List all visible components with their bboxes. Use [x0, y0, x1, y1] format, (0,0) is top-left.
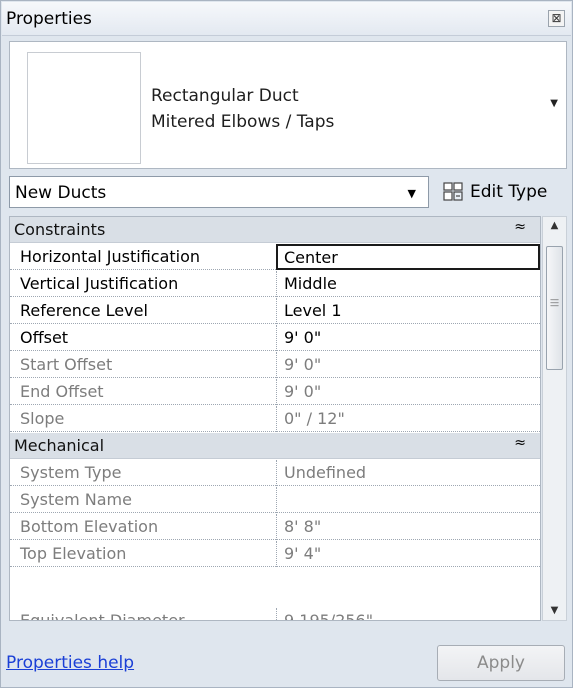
property-row-offset[interactable]: Offset 9' 0"	[10, 325, 540, 351]
property-row-slope: Slope 0" / 12"	[10, 406, 540, 432]
property-name: End Offset	[20, 382, 104, 401]
grip-icon: — — —	[550, 295, 559, 311]
scroll-up-icon[interactable]: ▲	[543, 220, 566, 231]
group-header-mechanical[interactable]: Mechanical ≈	[10, 433, 540, 459]
property-name: Slope	[20, 409, 65, 428]
property-name: Horizontal Justification	[20, 247, 201, 266]
property-value-field	[276, 487, 540, 513]
property-name: Reference Level	[20, 301, 148, 320]
instance-filter-dropdown[interactable]: New Ducts ▼	[9, 176, 429, 208]
edit-type-icon	[443, 182, 463, 201]
close-icon[interactable]: ⊠	[548, 10, 565, 27]
property-row-bottom-elevation: Bottom Elevation 8' 8"	[10, 514, 540, 540]
edit-type-button[interactable]: Edit Type	[439, 176, 569, 208]
scroll-thumb[interactable]: — — —	[546, 246, 563, 370]
property-row-end-offset: End Offset 9' 0"	[10, 379, 540, 405]
instance-filter-value: New Ducts	[15, 183, 107, 203]
property-value-field: 9' 4"	[276, 541, 540, 567]
chevron-down-icon[interactable]: ▼	[550, 98, 558, 109]
property-name: Equivalent Diameter	[20, 611, 185, 621]
property-name: Bottom Elevation	[20, 517, 159, 536]
properties-palette: Properties ⊠ Rectangular Duct Mitered El…	[0, 0, 573, 688]
property-name: Start Offset	[20, 355, 113, 374]
property-row-system-name: System Name	[10, 487, 540, 513]
properties-grid: Constraints ≈ Horizontal Justification C…	[9, 216, 541, 621]
vertical-scrollbar[interactable]: ▲ — — — ▼	[542, 216, 567, 621]
collapse-icon[interactable]: ≈	[514, 219, 526, 235]
property-value-field: 9' 0"	[276, 352, 540, 378]
property-value-field: 8' 8"	[276, 514, 540, 540]
property-value-field[interactable]: Level 1	[276, 298, 540, 324]
apply-button[interactable]: Apply	[437, 645, 565, 681]
palette-title: Properties	[6, 9, 92, 29]
property-row-start-offset: Start Offset 9' 0"	[10, 352, 540, 378]
property-name: Vertical Justification	[20, 274, 179, 293]
scroll-down-icon[interactable]: ▼	[543, 605, 566, 616]
property-name: Offset	[20, 328, 69, 347]
property-value-field[interactable]: 9' 0"	[276, 325, 540, 351]
property-row-vertical-justification[interactable]: Vertical Justification Middle	[10, 271, 540, 297]
property-row-top-elevation: Top Elevation 9' 4"	[10, 541, 540, 567]
type-selector[interactable]: Rectangular Duct Mitered Elbows / Taps ▼	[9, 41, 567, 169]
property-name: System Name	[20, 490, 132, 509]
property-value-field: Undefined	[276, 460, 540, 486]
properties-help-link[interactable]: Properties help	[6, 653, 134, 673]
property-name: Top Elevation	[20, 544, 127, 563]
type-preview-image	[27, 52, 141, 164]
title-bar[interactable]: Properties ⊠	[2, 2, 571, 36]
property-value-field: 0" / 12"	[276, 406, 540, 432]
type-family-label: Rectangular Duct	[151, 86, 299, 106]
property-row-horizontal-justification[interactable]: Horizontal Justification Center	[10, 244, 540, 270]
group-label: Mechanical	[14, 436, 105, 455]
property-value-field[interactable]: Center	[276, 244, 540, 270]
property-value-field: 9' 0"	[276, 379, 540, 405]
property-value-field: 9 195/256"	[276, 608, 540, 620]
property-row-reference-level[interactable]: Reference Level Level 1	[10, 298, 540, 324]
property-row-equivalent-diameter: Equivalent Diameter 9 195/256"	[10, 608, 540, 621]
chevron-down-icon[interactable]: ▼	[408, 187, 416, 200]
group-label: Constraints	[14, 220, 106, 239]
type-name-label: Mitered Elbows / Taps	[151, 112, 335, 132]
collapse-icon[interactable]: ≈	[514, 435, 526, 451]
property-row-system-type: System Type Undefined	[10, 460, 540, 486]
group-header-constraints[interactable]: Constraints ≈	[10, 217, 540, 243]
edit-type-label: Edit Type	[470, 182, 548, 202]
property-name: System Type	[20, 463, 122, 482]
property-value-field[interactable]: Middle	[276, 271, 540, 297]
